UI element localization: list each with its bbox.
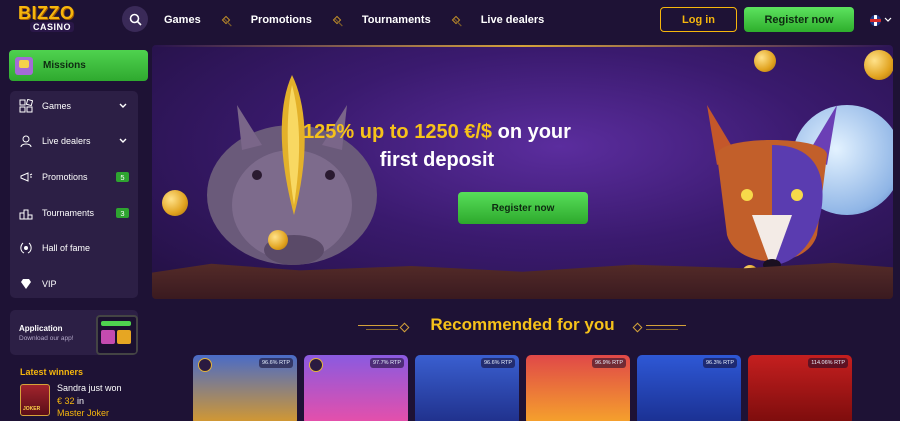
ornament-line — [646, 329, 678, 330]
sidebar-menu: Games Live dealers Promotions 5 Tourname… — [10, 91, 138, 298]
count-badge: 3 — [116, 208, 129, 218]
game-card-fortune[interactable]: 114.06% RTP — [748, 355, 852, 421]
banner-register-button[interactable]: Register now — [458, 192, 588, 224]
coin-icon — [754, 50, 776, 72]
nav-promotions[interactable]: Promotions — [251, 14, 312, 26]
banner-headline-text: on your — [492, 121, 571, 143]
sidebar-item-live-dealers[interactable]: Live dealers — [10, 126, 138, 156]
app-download-card[interactable]: Application Download our app! — [10, 310, 138, 355]
tournament-icon — [18, 205, 34, 221]
sidebar-item-tournaments[interactable]: Tournaments 3 — [10, 198, 138, 228]
diamond-ornament-icon — [632, 322, 643, 333]
dealer-icon — [18, 133, 34, 149]
logo-subtext: CASINO — [30, 22, 75, 32]
nav-separator-icon — [451, 15, 460, 25]
rtp-badge: 96.6% RTP — [480, 358, 515, 368]
sidebar-item-hall-of-fame[interactable]: Hall of fame — [10, 233, 138, 263]
game-card-candy[interactable]: 97.7% RTP — [304, 355, 408, 421]
rtp-badge: 96.3% RTP — [702, 358, 737, 368]
nav-live-dealers[interactable]: Live dealers — [481, 14, 545, 26]
sidebar-item-label: Hall of fame — [42, 243, 91, 253]
recommended-games-row: 96.6% RTP 97.7% RTP 96.6% RTP 96.9% RTP … — [193, 355, 863, 421]
app-card-title: Application — [19, 324, 63, 333]
game-card-777[interactable]: 96.3% RTP — [637, 355, 741, 421]
banner-headline: 125% up to 1250 €/$ on your first deposi… — [152, 118, 722, 174]
ornament-line — [646, 325, 686, 326]
sidebar-item-label: VIP — [42, 279, 57, 289]
nav-games[interactable]: Games — [164, 14, 201, 26]
rtp-badge: 96.9% RTP — [591, 358, 626, 368]
winner-amount-line: € 32 in — [57, 396, 84, 406]
nav-separator-icon — [332, 15, 342, 25]
language-selector[interactable] — [870, 13, 894, 27]
megaphone-icon — [18, 169, 34, 185]
coin-icon — [162, 190, 188, 216]
game-card-zeus[interactable]: 96.6% RTP — [193, 355, 297, 421]
app-card-subtitle: Download our app! — [19, 335, 74, 342]
game-card-trump[interactable]: 96.6% RTP — [415, 355, 519, 421]
uk-flag-icon — [870, 14, 881, 26]
winner-name: Sandra just won — [57, 383, 122, 393]
sidebar-item-label: Games — [42, 101, 72, 111]
rtp-badge: 97.7% RTP — [369, 358, 404, 368]
sidebar-item-label: Live dealers — [42, 136, 91, 146]
drops-wins-badge — [309, 358, 323, 372]
nav-separator-icon — [221, 15, 230, 25]
winner-game-link[interactable]: Master Joker — [57, 408, 109, 418]
treasure-chest-icon — [15, 56, 33, 75]
top-header: BIZZO CASINO Games Promotions Tournament… — [0, 0, 900, 40]
banner-headline-highlight: 125% up to 1250 €/$ — [303, 121, 493, 143]
chevron-down-icon — [119, 103, 127, 108]
chevron-down-icon — [884, 17, 892, 22]
laurel-icon — [18, 240, 34, 256]
sidebar-item-label: Tournaments — [42, 208, 95, 218]
missions-button[interactable]: Missions — [9, 50, 148, 81]
search-icon — [129, 13, 142, 26]
sidebar-item-label: Promotions — [42, 172, 88, 182]
winner-amount: € 32 — [57, 396, 75, 406]
count-badge: 5 — [116, 172, 129, 182]
latest-winners-title: Latest winners — [20, 367, 84, 377]
rtp-badge: 96.6% RTP — [258, 358, 293, 368]
register-button[interactable]: Register now — [744, 7, 854, 32]
phone-preview-image — [96, 315, 138, 355]
drops-wins-badge — [198, 358, 212, 372]
bizzo-casino-logo[interactable]: BIZZO CASINO — [14, 3, 94, 37]
banner-headline-line2: first deposit — [379, 149, 495, 171]
coin-icon — [864, 50, 893, 80]
coin-icon — [268, 230, 288, 250]
chevron-down-icon — [119, 138, 127, 143]
nav-tournaments[interactable]: Tournaments — [362, 14, 431, 26]
game-card-dollar[interactable]: 96.9% RTP — [526, 355, 630, 421]
missions-label: Missions — [43, 60, 86, 71]
logo-text: BIZZO — [18, 3, 75, 23]
main-nav: Games Promotions Tournaments Live dealer… — [164, 0, 544, 40]
recommended-title: Recommended for you — [430, 315, 615, 334]
winner-amount-suffix: in — [77, 396, 85, 406]
title-ornament-right — [632, 322, 686, 333]
search-button[interactable] — [122, 6, 148, 32]
games-icon — [18, 98, 34, 114]
sidebar-item-games[interactable]: Games — [10, 91, 138, 121]
login-button[interactable]: Log in — [660, 7, 737, 32]
winner-game-thumbnail[interactable] — [20, 384, 50, 416]
diamond-icon — [18, 276, 34, 292]
rtp-badge: 114.06% RTP — [808, 358, 848, 368]
sidebar-item-promotions[interactable]: Promotions 5 — [10, 162, 138, 192]
sidebar-item-vip[interactable]: VIP — [10, 269, 138, 299]
